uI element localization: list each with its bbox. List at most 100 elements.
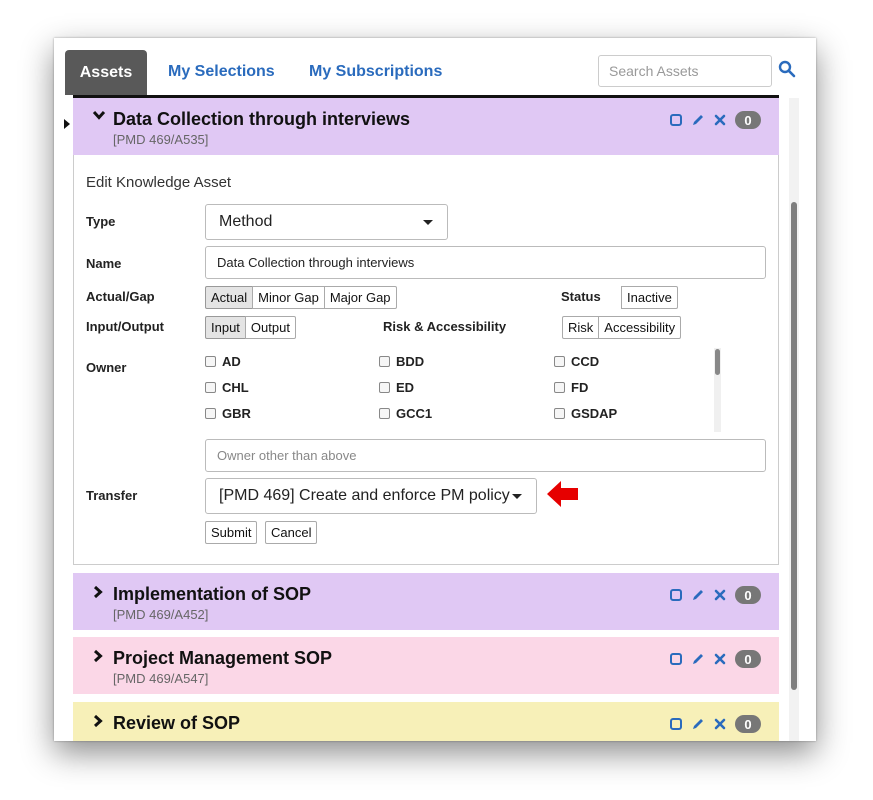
search-icon[interactable] — [778, 60, 796, 78]
owner-option[interactable]: CHL — [205, 380, 249, 395]
submit-button[interactable]: Submit — [205, 521, 258, 544]
asset-actions: 0 — [669, 586, 761, 604]
owner-option-label: GCC1 — [396, 406, 433, 421]
type-select[interactable]: Method — [205, 204, 448, 240]
tab-assets[interactable]: Assets — [65, 50, 147, 95]
asset-actions: 0 — [669, 650, 761, 668]
owner-option[interactable]: GSDAP — [554, 406, 617, 421]
inactive-button[interactable]: Inactive — [621, 286, 678, 309]
checkbox-square-icon[interactable] — [669, 717, 683, 731]
actual-gap-label: Actual/Gap — [86, 289, 155, 304]
status-group: Inactive — [621, 286, 678, 309]
owner-checkbox[interactable] — [554, 356, 565, 367]
scrollbar-thumb[interactable] — [791, 202, 797, 690]
name-input[interactable] — [205, 246, 766, 279]
owner-checkbox[interactable] — [554, 382, 565, 393]
cancel-group: Cancel — [265, 521, 318, 544]
owner-list-scroll-thumb[interactable] — [715, 349, 720, 375]
search-input[interactable] — [598, 55, 772, 87]
minor-gap-button[interactable]: Minor Gap — [252, 286, 325, 309]
checkbox-square-icon[interactable] — [669, 652, 683, 666]
owner-option[interactable]: AD — [205, 354, 241, 369]
owner-option-label: CHL — [222, 380, 249, 395]
risk-accessibility-group: Risk Accessibility — [562, 316, 682, 339]
actual-gap-group: Actual Minor Gap Major Gap — [205, 286, 397, 309]
submit-group: Submit — [205, 521, 258, 544]
major-gap-button[interactable]: Major Gap — [323, 286, 397, 309]
input-output-group: Input Output — [205, 316, 296, 339]
type-select-value: Method — [219, 213, 273, 230]
owner-option[interactable]: CCD — [554, 354, 599, 369]
asset-code: [PMD 469/A535] — [113, 132, 209, 147]
owner-checkbox[interactable] — [205, 356, 216, 367]
assets-window: Assets My Selections My Subscriptions Da… — [54, 38, 816, 741]
cancel-button[interactable]: Cancel — [265, 521, 318, 544]
close-icon[interactable] — [713, 717, 727, 731]
transfer-select-value: [PMD 469] Create and enforce PM policy — [219, 487, 510, 504]
close-icon[interactable] — [713, 113, 727, 127]
transfer-select[interactable]: [PMD 469] Create and enforce PM policy — [205, 478, 537, 514]
owner-option-label: CCD — [571, 354, 600, 369]
owner-option[interactable]: GCC1 — [379, 406, 432, 421]
owner-option-label: AD — [222, 354, 241, 369]
pencil-icon[interactable] — [691, 113, 705, 127]
asset-title[interactable]: Data Collection through interviews — [113, 109, 410, 130]
count-badge: 0 — [735, 715, 761, 733]
count-badge: 0 — [735, 111, 761, 129]
asset-panel-header[interactable]: Project Management SOP [PMD 469/A547] 0 — [73, 637, 779, 694]
close-icon[interactable] — [713, 652, 727, 666]
owner-checkbox[interactable] — [379, 356, 390, 367]
caret-down-icon — [512, 494, 522, 499]
caret-down-icon — [423, 220, 433, 225]
input-output-label: Input/Output — [86, 319, 164, 334]
owner-option-label: ED — [396, 380, 415, 395]
chevron-right-icon[interactable] — [92, 649, 104, 663]
red-arrow-icon — [547, 481, 578, 507]
form-heading: Edit Knowledge Asset — [86, 174, 232, 191]
owner-option[interactable]: BDD — [379, 354, 424, 369]
accessibility-button[interactable]: Accessibility — [598, 316, 682, 339]
owner-option-label: GBR — [222, 406, 251, 421]
status-label: Status — [561, 289, 601, 304]
owner-option[interactable]: GBR — [205, 406, 251, 421]
pencil-icon[interactable] — [691, 652, 705, 666]
edit-knowledge-asset-form: Edit Knowledge Asset Type Method Name Ac… — [73, 155, 779, 565]
owner-other-input[interactable] — [205, 439, 766, 472]
chevron-down-icon[interactable] — [92, 109, 106, 121]
transfer-label: Transfer — [86, 488, 138, 503]
side-pointer-icon — [64, 119, 70, 129]
asset-panel-review-of-sop: Review of SOP 0 — [73, 702, 779, 741]
owner-option[interactable]: ED — [379, 380, 414, 395]
asset-panel-header[interactable]: Review of SOP 0 — [73, 702, 779, 741]
owner-checkbox[interactable] — [554, 408, 565, 419]
asset-title[interactable]: Implementation of SOP — [113, 584, 311, 605]
close-icon[interactable] — [713, 588, 727, 602]
asset-title[interactable]: Project Management SOP — [113, 648, 332, 669]
asset-code: [PMD 469/A547] — [113, 671, 209, 686]
asset-panel-project-management-sop: Project Management SOP [PMD 469/A547] 0 — [73, 637, 779, 694]
tab-my-selections[interactable]: My Selections — [168, 63, 275, 81]
risk-button[interactable]: Risk — [562, 316, 600, 339]
asset-actions: 0 — [669, 111, 761, 129]
type-label: Type — [86, 214, 116, 229]
asset-code: [PMD 469/A452] — [113, 607, 209, 622]
pencil-icon[interactable] — [691, 717, 705, 731]
owner-checkbox[interactable] — [205, 382, 216, 393]
owner-option[interactable]: FD — [554, 380, 588, 395]
chevron-right-icon[interactable] — [92, 585, 104, 599]
pencil-icon[interactable] — [691, 588, 705, 602]
owner-checkbox[interactable] — [205, 408, 216, 419]
asset-panel-header[interactable]: Data Collection through interviews [PMD … — [73, 98, 779, 155]
output-button[interactable]: Output — [244, 316, 296, 339]
actual-button[interactable]: Actual — [205, 286, 254, 309]
asset-panel-header[interactable]: Implementation of SOP [PMD 469/A452] 0 — [73, 573, 779, 630]
chevron-right-icon[interactable] — [92, 714, 104, 728]
input-button[interactable]: Input — [205, 316, 246, 339]
asset-panel-data-collection: Data Collection through interviews [PMD … — [73, 98, 779, 155]
owner-checkbox[interactable] — [379, 408, 390, 419]
owner-checkbox[interactable] — [379, 382, 390, 393]
asset-title[interactable]: Review of SOP — [113, 713, 240, 734]
checkbox-square-icon[interactable] — [669, 113, 683, 127]
checkbox-square-icon[interactable] — [669, 588, 683, 602]
tab-my-subscriptions[interactable]: My Subscriptions — [309, 63, 442, 81]
